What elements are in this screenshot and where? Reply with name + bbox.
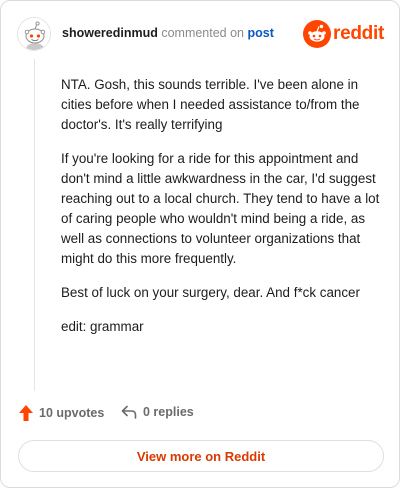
comment-paragraph: NTA. Gosh, this sounds terrible. I've be… (61, 77, 360, 132)
reply-arrow-icon (121, 405, 137, 419)
comment-actions: 10 upvotes 0 replies (17, 405, 383, 427)
snoo-avatar-icon (18, 18, 50, 50)
comment-paragraph: edit: grammar (61, 319, 144, 334)
reddit-logo-icon (303, 20, 331, 48)
action-text: commented on (161, 26, 245, 40)
username-link[interactable]: showeredinmud (62, 26, 158, 40)
post-link[interactable]: post (248, 26, 274, 40)
embedded-comment-card: showeredinmud commented on post reddit N… (0, 0, 400, 488)
comment-paragraph: Best of luck on your surgery, dear. And … (61, 285, 360, 300)
comment-body: NTA. Gosh, this sounds terrible. I've be… (61, 75, 381, 351)
comment-meta: showeredinmud commented on post (62, 26, 274, 40)
reply-button[interactable]: 0 replies (121, 405, 194, 419)
thread-line (34, 59, 35, 391)
reddit-brand[interactable]: reddit (303, 20, 384, 50)
user-avatar[interactable] (17, 17, 51, 51)
upvote-arrow-icon (19, 405, 33, 421)
comment-paragraph: If you're looking for a ride for this ap… (61, 151, 380, 266)
upvote-button[interactable]: 10 upvotes (19, 405, 104, 421)
reddit-wordmark: reddit (333, 23, 384, 44)
reply-count: 0 replies (143, 405, 194, 419)
upvote-count: 10 upvotes (39, 406, 105, 420)
comment-header: showeredinmud commented on post reddit (17, 17, 384, 53)
view-more-on-reddit-button[interactable]: View more on Reddit (18, 440, 384, 472)
